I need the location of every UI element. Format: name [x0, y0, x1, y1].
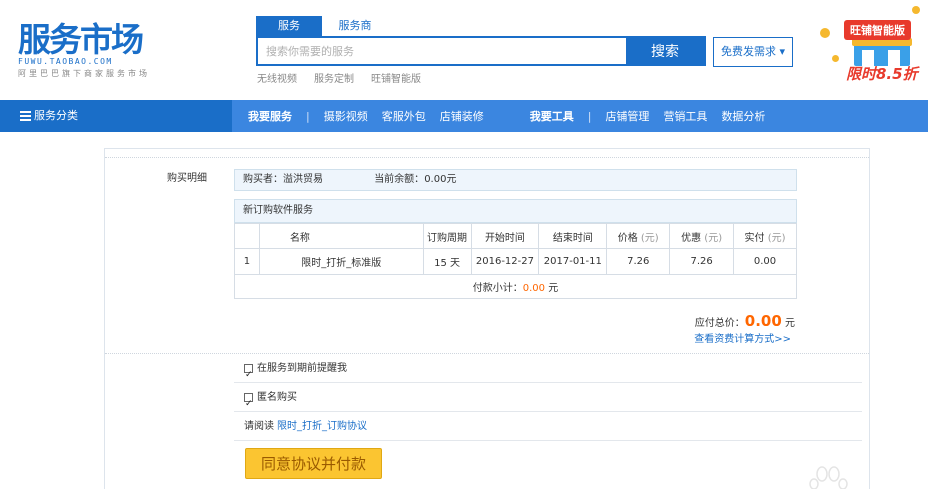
cell-start: 2016-12-27	[470, 248, 540, 275]
search-box: 搜索	[256, 36, 706, 66]
nav-item-photo-video[interactable]: 摄影视频	[324, 108, 368, 124]
buyer-name: 溢洪贸易	[283, 174, 323, 185]
coin-icon	[912, 6, 920, 14]
promo-title: 旺铺智能版	[844, 20, 911, 40]
nav-item-customer-service[interactable]: 客服外包	[382, 108, 426, 124]
unit-label: (元)	[767, 232, 786, 244]
cell-end: 2017-01-11	[538, 248, 608, 275]
order-section-title: 新订购软件服务	[234, 199, 797, 223]
col-price-label: 价格	[617, 232, 638, 244]
anonymous-checkbox[interactable]	[244, 390, 253, 419]
coin-icon	[820, 28, 830, 38]
nav-item-shop-decoration[interactable]: 店铺装修	[440, 108, 484, 124]
col-price: 价格 (元)	[606, 223, 671, 249]
main-nav: 服务分类 我要服务 | 摄影视频 客服外包 店铺装修 我要工具 | 店铺管理 营…	[0, 100, 928, 132]
free-demand-button[interactable]: 免费发需求 ▾	[713, 37, 793, 67]
nav-item-data-analysis[interactable]: 数据分析	[721, 108, 765, 124]
subtotal-unit: 元	[548, 283, 559, 294]
menu-icon	[20, 111, 31, 121]
paw-watermark-icon	[809, 466, 848, 489]
agreement-link[interactable]: 限时_打折_订购协议	[277, 412, 367, 441]
logo[interactable]: 服务市场 FUWU.TAOBAO.COM 阿里巴巴旗下商家服务市场	[18, 22, 150, 80]
header: 服务市场 FUWU.TAOBAO.COM 阿里巴巴旗下商家服务市场 服务 服务商…	[0, 0, 928, 100]
cell-name: 限时_打折_标准版	[258, 248, 424, 275]
nav-my-service[interactable]: 我要服务	[248, 108, 292, 124]
col-paid-label: 实付	[744, 232, 765, 244]
nav-my-tools[interactable]: 我要工具	[530, 108, 574, 124]
subtotal-cell: 付款小计：0.00 元	[234, 274, 797, 299]
cell-paid: 0.00	[733, 248, 797, 275]
hot-link-custom[interactable]: 服务定制	[314, 70, 354, 85]
search-button[interactable]: 搜索	[626, 38, 704, 64]
subtotal-row: 付款小计：0.00 元	[234, 274, 797, 299]
purchase-detail-label: 购买明细	[167, 173, 207, 184]
cell-discount: 7.26	[669, 248, 735, 275]
col-discount-label: 优惠	[681, 232, 702, 244]
promo-banner[interactable]: 旺铺智能版 限时8.5折	[812, 0, 928, 100]
nav-item-shop-management[interactable]: 店铺管理	[605, 108, 649, 124]
divider	[105, 157, 869, 158]
buyer-label: 购买者：	[243, 174, 283, 185]
hot-links: 无线视频 服务定制 旺铺智能版	[257, 70, 421, 85]
col-start: 开始时间	[470, 223, 540, 249]
nav-items: 我要服务 | 摄影视频 客服外包 店铺装修 我要工具 | 店铺管理 营销工具 数…	[248, 100, 779, 132]
logo-slogan: 阿里巴巴旗下商家服务市场	[18, 69, 150, 78]
unit-label: (元)	[704, 232, 723, 244]
balance-value: 0.00元	[424, 174, 457, 185]
search-input[interactable]	[258, 38, 626, 64]
search-tabs: 服务 服务商	[256, 16, 388, 36]
total-label: 应付总价：	[694, 318, 745, 329]
total-unit: 元	[785, 318, 795, 329]
fee-calc-link[interactable]: 查看资费计算方式>>	[625, 330, 791, 345]
nav-category[interactable]: 服务分类	[0, 100, 232, 132]
purchase-card: 购买明细 购买者：溢洪贸易 当前余额：0.00元 新订购软件服务 名称 订购周期…	[104, 148, 870, 489]
remind-label: 在服务到期前提醒我	[257, 362, 347, 374]
logo-title: 服务市场	[18, 20, 144, 59]
nav-item-marketing-tools[interactable]: 营销工具	[663, 108, 707, 124]
agreement-row: 请阅读 限时_打折_订购协议	[234, 412, 862, 441]
table-header-row: 名称 订购周期 开始时间 结束时间 价格 (元) 优惠 (元) 实付 (元)	[234, 223, 797, 249]
search-tab-provider[interactable]: 服务商	[322, 16, 388, 36]
remind-checkbox[interactable]	[244, 361, 253, 390]
nav-category-label: 服务分类	[34, 109, 78, 122]
total-value: 0.00	[744, 312, 782, 330]
anonymous-option[interactable]: 匿名购买	[234, 383, 862, 419]
col-period: 订购周期	[422, 223, 472, 249]
nav-separator: |	[306, 109, 310, 123]
agree-and-pay-button[interactable]: 同意协议并付款	[245, 448, 382, 479]
subtotal-value: 0.00	[522, 283, 546, 294]
promo-discount: 限时8.5折	[846, 65, 918, 83]
search-tab-service[interactable]: 服务	[256, 16, 322, 36]
cell-price: 7.26	[606, 248, 671, 275]
remind-option[interactable]: 在服务到期前提醒我	[234, 354, 862, 390]
order-table: 名称 订购周期 开始时间 结束时间 价格 (元) 优惠 (元) 实付 (元) 1…	[234, 223, 797, 299]
agreement-prefix: 请阅读	[244, 420, 274, 432]
table-row: 1 限时_打折_标准版 15 天 2016-12-27 2017-01-11 7…	[234, 248, 797, 275]
coin-icon	[832, 55, 839, 62]
nav-separator: |	[587, 109, 592, 123]
col-paid: 实付 (元)	[733, 223, 797, 249]
col-end: 结束时间	[538, 223, 608, 249]
cell-period: 15 天	[422, 248, 472, 275]
total-line: 应付总价：0.00 元	[625, 312, 795, 330]
unit-label: (元)	[640, 232, 659, 244]
buyer-info-bar: 购买者：溢洪贸易 当前余额：0.00元	[234, 169, 797, 191]
hot-link-video[interactable]: 无线视频	[257, 70, 297, 85]
subtotal-label: 付款小计：	[472, 283, 523, 294]
col-name: 名称	[258, 223, 424, 249]
anonymous-label: 匿名购买	[257, 391, 297, 403]
hot-link-smart-shop[interactable]: 旺铺智能版	[371, 70, 421, 85]
col-index	[234, 223, 260, 249]
col-discount: 优惠 (元)	[669, 223, 735, 249]
cell-index: 1	[234, 248, 260, 275]
balance-label: 当前余额：	[374, 174, 425, 185]
